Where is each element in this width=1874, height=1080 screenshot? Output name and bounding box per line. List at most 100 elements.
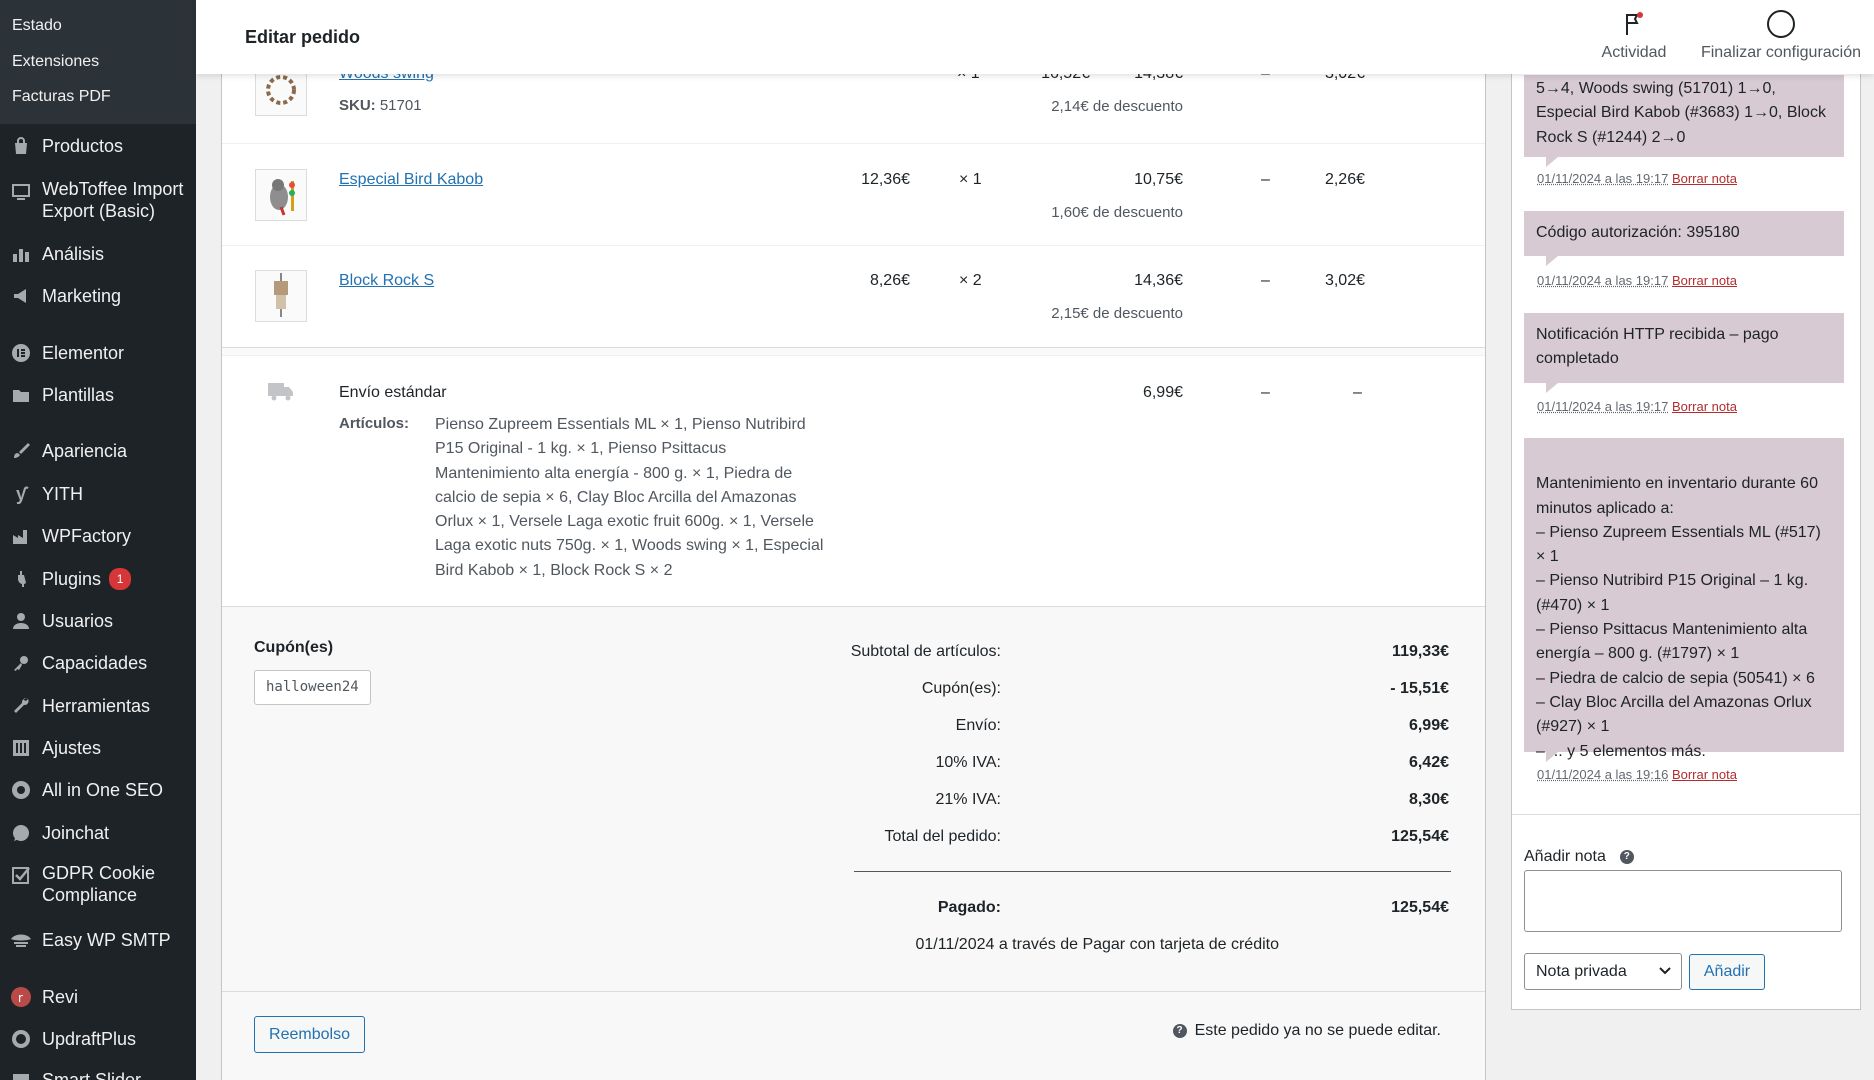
user-icon: [8, 608, 34, 634]
coupon-code[interactable]: halloween24: [254, 670, 371, 705]
vat10-value: 6,42€: [1409, 754, 1449, 772]
item-cost: 8,26€: [870, 272, 910, 290]
product-thumbnail[interactable]: [255, 169, 307, 221]
sidebar-item-analisis[interactable]: Análisis: [0, 241, 196, 267]
note-meta: 01/11/2024 a las 19:17 Borrar nota: [1537, 171, 1737, 186]
delete-note-link[interactable]: Borrar nota: [1672, 171, 1737, 186]
settings-icon: [8, 735, 34, 761]
sidebar-item-revi[interactable]: r Revi: [0, 984, 196, 1010]
delete-note-link[interactable]: Borrar nota: [1672, 399, 1737, 414]
item-tax: 3,02€: [1325, 272, 1365, 290]
activity-label: Actividad: [1594, 44, 1674, 62]
brush-icon: [8, 438, 34, 464]
order-total-value: 125,54€: [1391, 828, 1449, 846]
order-note: 5→4, Woods swing (51701) 1→0, Especial B…: [1524, 75, 1844, 157]
seo-icon: [8, 777, 34, 803]
shipping-line: Envío estándar Artículos: Pienso Zupreem…: [222, 356, 1485, 606]
order-note: Notificación HTTP recibida – pago comple…: [1524, 313, 1844, 383]
coupon-total-value: - 15,51€: [1390, 680, 1449, 698]
item-total: 10,75€: [1134, 171, 1183, 189]
delete-note-link[interactable]: Borrar nota: [1672, 273, 1737, 288]
add-note-button[interactable]: Añadir: [1689, 954, 1765, 990]
megaphone-icon: [8, 283, 34, 309]
sidebar-item-smart-slider[interactable]: Smart Slider: [0, 1067, 196, 1080]
shipping-cost: 6,99€: [1143, 384, 1183, 402]
sidebar-item-plantillas[interactable]: Plantillas: [0, 382, 196, 408]
note-type-select[interactable]: Nota privada: [1524, 953, 1682, 990]
chevron-down-icon: [1659, 954, 1671, 1002]
totals-divider: [854, 871, 1451, 872]
analytics-icon: [8, 241, 34, 267]
shipping-tax: –: [1353, 384, 1362, 402]
paid-value: 125,54€: [1391, 899, 1449, 917]
revi-icon: r: [8, 984, 34, 1010]
shipping-total-label: Envío:: [956, 717, 1001, 735]
item-refund: –: [1261, 171, 1270, 189]
sidebar-item-webtoffee[interactable]: WebToffee Import Export (Basic): [0, 178, 196, 222]
admin-sidebar: Estado Extensiones Facturas PDF Producto…: [0, 0, 196, 1080]
sidebar-item-updraftplus[interactable]: UpdraftPlus: [0, 1026, 196, 1052]
submenu-item-extensiones[interactable]: Extensiones: [0, 44, 99, 79]
subtotal-value: 119,33€: [1392, 643, 1449, 661]
shipping-total-value: 6,99€: [1409, 717, 1449, 735]
sidebar-item-yith[interactable]: ƴ YITH: [0, 481, 196, 507]
truck-icon: [268, 381, 294, 406]
add-note-textarea[interactable]: [1524, 870, 1842, 932]
order-note: Mantenimiento en inventario durante 60 m…: [1524, 438, 1844, 752]
item-qty: × 2: [959, 272, 982, 290]
sidebar-item-aioseo[interactable]: All in One SEO: [0, 777, 196, 803]
checkbox-icon: [8, 862, 34, 888]
slider-icon: [8, 1067, 34, 1080]
page-header: Editar pedido Actividad Finalizar config…: [196, 0, 1874, 74]
progress-circle-icon: [1766, 9, 1796, 44]
delete-note-link[interactable]: Borrar nota: [1672, 767, 1737, 782]
articles-list: Pienso Zupreem Essentials ML × 1, Pienso…: [435, 413, 835, 583]
order-note: Código autorización: 395180: [1524, 211, 1844, 256]
sidebar-item-plugins[interactable]: Plugins 1: [0, 566, 196, 592]
submenu-item-facturas[interactable]: Facturas PDF: [0, 79, 111, 114]
sidebar-item-wpfactory[interactable]: WPFactory: [0, 523, 196, 549]
paid-label: Pagado:: [938, 899, 1001, 917]
key-icon: [8, 650, 34, 676]
sidebar-item-usuarios[interactable]: Usuarios: [0, 608, 196, 634]
line-item: Block Rock S 8,26€ × 2 14,36€ – 3,02€ 2,…: [222, 245, 1485, 347]
sidebar-item-easy-smtp[interactable]: Easy WP SMTP: [0, 927, 196, 953]
item-total: 14,36€: [1134, 272, 1183, 290]
add-note-label: Añadir nota ?: [1524, 848, 1634, 866]
sidebar-item-gdpr[interactable]: GDPR Cookie Compliance: [0, 862, 196, 906]
products-icon: [8, 133, 34, 159]
submenu: Estado Extensiones Facturas PDF: [0, 0, 196, 124]
yith-icon: ƴ: [8, 481, 34, 507]
sidebar-item-productos[interactable]: Productos: [0, 133, 196, 159]
factory-icon: [8, 523, 34, 549]
sidebar-item-herramientas[interactable]: Herramientas: [0, 693, 196, 719]
item-discount: 1,60€ de descuento: [1051, 204, 1183, 221]
finish-setup-button[interactable]: Finalizar configuración: [1696, 12, 1866, 62]
coupon-total-label: Cupón(es):: [922, 680, 1001, 698]
product-link[interactable]: Especial Bird Kabob: [339, 171, 483, 189]
folder-icon: [8, 382, 34, 408]
activity-button[interactable]: Actividad: [1594, 12, 1674, 62]
sidebar-item-elementor[interactable]: Elementor: [0, 340, 196, 366]
sidebar-item-capacidades[interactable]: Capacidades: [0, 650, 196, 676]
help-icon: ?: [1173, 1024, 1187, 1038]
order-total-label: Total del pedido:: [884, 828, 1001, 846]
sidebar-item-marketing[interactable]: Marketing: [0, 283, 196, 309]
refund-button[interactable]: Reembolso: [254, 1016, 365, 1053]
sidebar-item-apariencia[interactable]: Apariencia: [0, 438, 196, 464]
sidebar-item-joinchat[interactable]: Joinchat: [0, 820, 196, 846]
product-thumbnail[interactable]: [255, 270, 307, 322]
updraft-icon: [8, 1026, 34, 1052]
submenu-item-estado[interactable]: Estado: [0, 8, 62, 43]
product-link[interactable]: Block Rock S: [339, 272, 434, 290]
order-notes-panel: 5→4, Woods swing (51701) 1→0, Especial B…: [1511, 40, 1861, 1010]
page-title: Editar pedido: [245, 27, 360, 48]
chat-icon: [8, 820, 34, 846]
paid-detail: 01/11/2024 a través de Pagar con tarjeta…: [916, 936, 1280, 954]
item-sku: SKU: 51701: [339, 97, 422, 114]
sidebar-item-ajustes[interactable]: Ajustes: [0, 735, 196, 761]
shipping-method: Envío estándar: [339, 384, 447, 402]
svg-text:r: r: [18, 991, 23, 1005]
coupons-heading: Cupón(es): [254, 639, 333, 657]
import-export-icon: [8, 178, 34, 204]
